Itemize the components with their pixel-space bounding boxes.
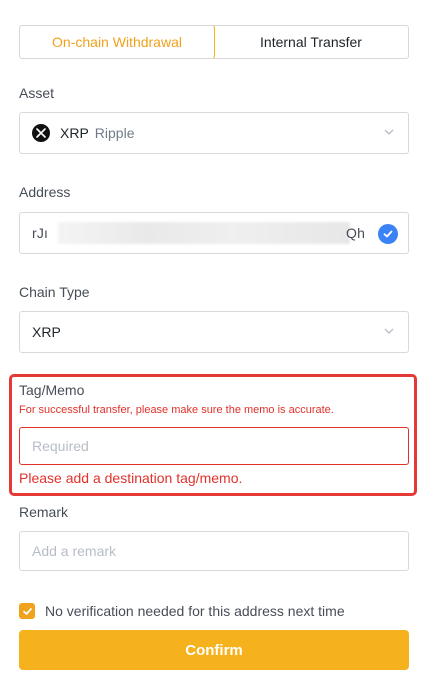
- address-blur-mask: [58, 222, 350, 244]
- asset-label: Asset: [19, 85, 55, 101]
- address-field[interactable]: rJı Qh: [19, 212, 409, 254]
- tab-internal-transfer[interactable]: Internal Transfer: [214, 26, 408, 58]
- chain-type-select[interactable]: XRP: [19, 311, 409, 353]
- remark-input[interactable]: [19, 531, 409, 571]
- no-verification-label: No verification needed for this address …: [45, 603, 345, 619]
- memo-error: Please add a destination tag/memo.: [19, 470, 243, 486]
- withdraw-type-tabs: On-chain Withdrawal Internal Transfer: [19, 25, 409, 59]
- confirm-button[interactable]: Confirm: [19, 630, 409, 670]
- chevron-down-icon: [384, 328, 394, 334]
- asset-symbol: XRP: [60, 125, 89, 141]
- asset-name: Ripple: [94, 125, 135, 141]
- chain-type-label: Chain Type: [19, 284, 90, 300]
- memo-input[interactable]: [19, 427, 409, 465]
- memo-warning: For successful transfer, please make sur…: [19, 404, 334, 416]
- chain-type-value: XRP: [32, 324, 61, 340]
- memo-label: Tag/Memo: [19, 382, 85, 398]
- address-value-end: Qh: [346, 225, 366, 241]
- address-value-start: rJı: [32, 225, 49, 241]
- no-verification-option: No verification needed for this address …: [19, 603, 345, 619]
- no-verification-checkbox[interactable]: [19, 603, 35, 619]
- chevron-down-icon: [384, 129, 394, 135]
- tab-onchain-withdrawal[interactable]: On-chain Withdrawal: [20, 26, 215, 58]
- xrp-coin-icon: [32, 124, 50, 142]
- remark-label: Remark: [19, 504, 69, 520]
- check-circle-icon: [378, 224, 398, 244]
- asset-select[interactable]: XRP Ripple: [19, 112, 409, 154]
- address-label: Address: [19, 184, 71, 200]
